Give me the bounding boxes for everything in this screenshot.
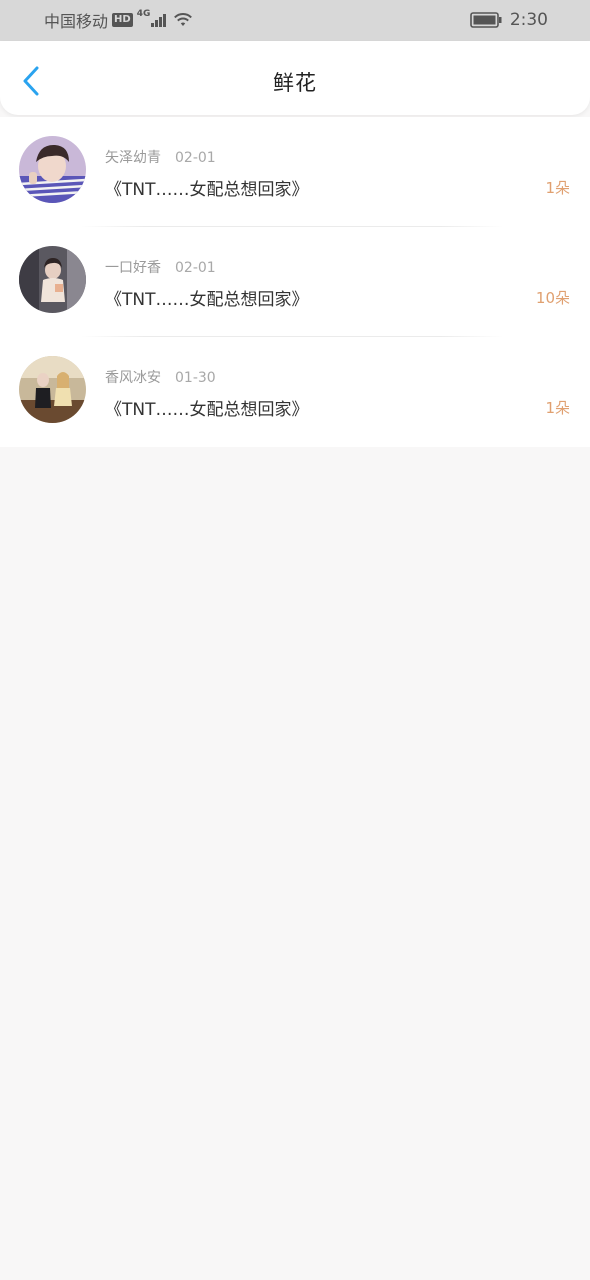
carrier-name: 中国移动 <box>44 12 109 31</box>
item-meta: 矢泽幼青 02-01 <box>105 147 216 167</box>
username: 香风冰安 <box>105 370 161 386</box>
status-bar: 中国移动 HD 4G 2:30 <box>0 0 590 41</box>
avatar-image <box>19 356 86 423</box>
item-date: 02-01 <box>175 150 216 166</box>
item-date: 02-01 <box>175 260 216 276</box>
avatar[interactable] <box>19 356 86 423</box>
network-type: 4G <box>136 9 151 19</box>
avatar-image <box>19 136 86 203</box>
hd-badge: HD <box>112 13 133 27</box>
list-item[interactable]: 香风冰安 01-30 《TNT……女配总想回家》 1朵 <box>0 337 590 447</box>
flower-count: 1朵 <box>545 179 570 197</box>
header: 鲜花 <box>0 41 590 115</box>
flower-count: 10朵 <box>535 289 570 307</box>
list-item[interactable]: 一口好香 02-01 《TNT……女配总想回家》 10朵 <box>0 227 590 337</box>
battery-icon <box>470 12 502 28</box>
status-left: 中国移动 HD 4G <box>44 9 193 31</box>
list-item[interactable]: 矢泽幼青 02-01 《TNT……女配总想回家》 1朵 <box>0 117 590 227</box>
avatar[interactable] <box>19 246 86 313</box>
book-title: 《TNT……女配总想回家》 <box>105 180 309 200</box>
item-meta: 一口好香 02-01 <box>105 257 216 277</box>
page-title: 鲜花 <box>273 71 317 95</box>
item-date: 01-30 <box>175 370 216 386</box>
book-title: 《TNT……女配总想回家》 <box>105 400 309 420</box>
avatar-image <box>19 246 86 313</box>
username: 矢泽幼青 <box>105 150 161 166</box>
username: 一口好香 <box>105 260 161 276</box>
status-time: 2:30 <box>509 10 548 30</box>
book-title: 《TNT……女配总想回家》 <box>105 290 309 310</box>
flower-list: 矢泽幼青 02-01 《TNT……女配总想回家》 1朵 一口好香 02-01 《TN… <box>0 117 590 447</box>
item-meta: 香风冰安 01-30 <box>105 367 216 387</box>
status-right: 2:30 <box>470 9 548 31</box>
signal-icon <box>151 13 167 27</box>
flower-count: 1朵 <box>545 399 570 417</box>
avatar[interactable] <box>19 136 86 203</box>
wifi-icon <box>174 13 193 26</box>
